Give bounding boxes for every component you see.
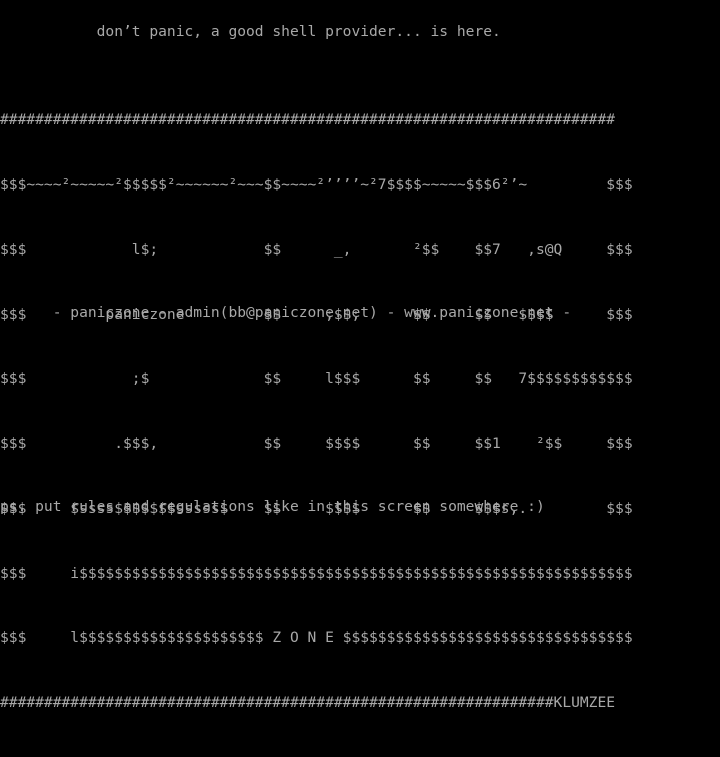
ascii-banner: ########################################… (0, 66, 633, 757)
banner-line: $$$ .$$$, $$ $$$$ $$ $$1 ²$$ $$$ (0, 435, 633, 453)
contact-line: - paniczone - admin(bb@paniczone.net) - … (0, 304, 572, 321)
tagline-text: don’t panic, a good shell provider... is… (0, 23, 501, 40)
banner-line: ########################################… (0, 111, 616, 129)
banner-line: $$$~~~~²~~~~~²$$$$$²~~~~~~²~~~$$~~~~²’’’… (0, 175, 633, 193)
banner-line: $$$ i$$$$$$$$$$$$$$$$$$$$$$$$$$$$$$$$$$$… (0, 564, 633, 582)
banner-line: ########################################… (0, 694, 616, 712)
banner-line: $$$ l$; $$ _, ²$$ $$7 ,s@Q $$$ (0, 240, 633, 258)
banner-line: $$$ ;$ $$ l$$$ $$ $$ 7$$$$$$$$$$$$ (0, 370, 633, 388)
banner-line: $$$ l$$$$$$$$$$$$$$$$$$$$$ Z O N E $$$$$… (0, 629, 633, 647)
footer-note: ps. put rules and regulations like in th… (0, 498, 545, 515)
